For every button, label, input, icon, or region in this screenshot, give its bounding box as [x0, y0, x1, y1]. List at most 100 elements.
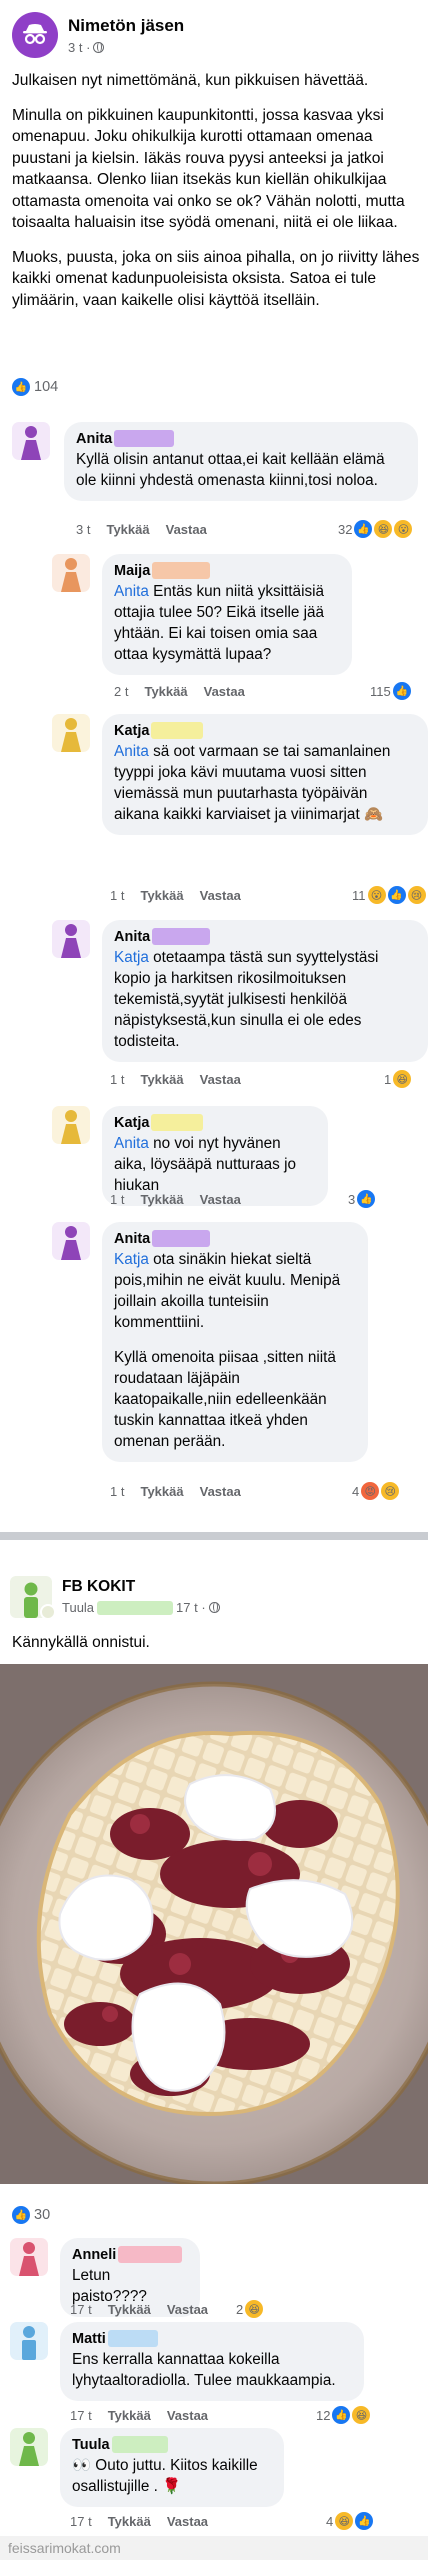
post-reactions[interactable]: 👍 104: [12, 378, 58, 396]
group-name[interactable]: FB KOKIT: [62, 1578, 135, 1596]
commenter-name[interactable]: Katja: [114, 722, 416, 739]
comment-reactions[interactable]: 2 😆: [236, 2300, 264, 2318]
comment-actions: 1 t Tykkää Vastaa: [110, 1484, 241, 1499]
female-avatar-icon[interactable]: [10, 2238, 48, 2276]
anonymous-member-icon[interactable]: [12, 12, 58, 58]
comment-reactions[interactable]: 12 👍 😆: [316, 2406, 371, 2424]
reply-link[interactable]: Vastaa: [167, 2514, 208, 2529]
like-icon: 👍: [354, 520, 373, 538]
comment-actions: 1 t Tykkää Vastaa: [110, 1192, 241, 1207]
name-redaction: [111, 2436, 168, 2453]
reply-link[interactable]: Vastaa: [166, 522, 207, 537]
comment-reactions[interactable]: 3 👍: [348, 1190, 376, 1208]
commenter-name[interactable]: Matti: [72, 2330, 352, 2347]
comment-time: 1 t: [110, 1484, 125, 1499]
name-redaction: [151, 722, 204, 739]
mention-link[interactable]: Katja: [114, 949, 149, 966]
comment-reply: Katja Anita no voi nyt hyvänen aika, löy…: [52, 1106, 424, 1218]
like-link[interactable]: Tykkää: [108, 2302, 151, 2317]
comment-actions: 1 t Tykkää Vastaa: [110, 888, 241, 903]
like-link[interactable]: Tykkää: [108, 2514, 151, 2529]
comment-reactions[interactable]: 115 👍: [370, 682, 411, 700]
commenter-name[interactable]: Anneli: [72, 2246, 188, 2263]
wow-icon: 😮: [367, 886, 386, 904]
like-link[interactable]: Tykkää: [144, 684, 187, 699]
reply-link[interactable]: Vastaa: [200, 1072, 241, 1087]
female-avatar-icon[interactable]: [12, 422, 50, 460]
post-time[interactable]: 17 t ·: [176, 1600, 206, 1615]
comment-reply: Anita Katja otetaampa tästä sun syyttely…: [52, 920, 428, 1100]
male-avatar-icon[interactable]: [10, 2322, 48, 2360]
female-avatar-icon[interactable]: [52, 1222, 90, 1260]
name-redaction: [107, 2330, 158, 2347]
female-avatar-icon[interactable]: [52, 714, 90, 752]
commenter-name[interactable]: Anita: [76, 430, 406, 447]
like-icon: 👍: [357, 1190, 376, 1208]
like-link[interactable]: Tykkää: [106, 522, 149, 537]
haha-icon: 😆: [352, 2406, 371, 2424]
comment-text: Anita no voi nyt hyvänen aika, löysääpä …: [114, 1135, 296, 1194]
mention-link[interactable]: Katja: [114, 1251, 149, 1268]
female-avatar-icon[interactable]: [52, 554, 90, 592]
name-redaction: [152, 928, 211, 945]
comment-reactions[interactable]: 1 😆: [384, 1070, 412, 1088]
mention-link[interactable]: Anita: [114, 743, 149, 760]
wow-icon: 😮: [394, 520, 413, 538]
commenter-name[interactable]: Tuula: [72, 2436, 272, 2453]
comment-text: Katja otetaampa tästä sun syyttelystäsi …: [114, 949, 379, 1050]
globe-icon: [93, 42, 105, 53]
post-paragraph: Minulla on pikkuinen kaupunkitontti, jos…: [12, 106, 405, 232]
commenter-name[interactable]: Anita: [114, 1230, 356, 1247]
comment-actions: 3 t Tykkää Vastaa: [76, 522, 207, 537]
reply-link[interactable]: Vastaa: [167, 2408, 208, 2423]
comment-reactions[interactable]: 11 😮 👍 😢: [352, 886, 426, 904]
female-avatar-icon[interactable]: [52, 1106, 90, 1144]
sad-icon: 😢: [381, 1482, 400, 1500]
commenter-name[interactable]: Anita: [114, 928, 416, 945]
reply-link[interactable]: Vastaa: [200, 1192, 241, 1207]
comment-text-paragraph: Kyllä omenoita piisaa ,sitten niitä roud…: [114, 1349, 336, 1450]
name-redaction: [114, 430, 175, 447]
comment: Tuula 👀 Outo juttu. Kiitos kaikille osal…: [10, 2428, 420, 2536]
reply-link[interactable]: Vastaa: [167, 2302, 208, 2317]
post-author-name[interactable]: Nimetön jäsen: [68, 16, 184, 36]
comment-reply: Anita Katja ota sinäkin hiekat sieltä po…: [52, 1222, 424, 1512]
female-avatar-icon[interactable]: [10, 2428, 48, 2466]
comment-reactions[interactable]: 4 😆 👍: [326, 2512, 374, 2530]
like-link[interactable]: Tykkää: [140, 1072, 183, 1087]
name-redaction: [118, 2246, 183, 2263]
comment-text: Anita Entäs kun niitä yksittäisiä ottaji…: [114, 583, 325, 663]
comment: Anita Kyllä olisin antanut ottaa,ei kait…: [12, 422, 422, 552]
comment-reactions[interactable]: 4 😡 😢: [352, 1482, 400, 1500]
like-link[interactable]: Tykkää: [108, 2408, 151, 2423]
reply-link[interactable]: Vastaa: [200, 888, 241, 903]
waffle-photo[interactable]: [0, 1664, 428, 2184]
comment-text: Kyllä olisin antanut ottaa,ei kait kellä…: [76, 451, 385, 489]
comment-time: 1 t: [110, 1072, 125, 1087]
mention-link[interactable]: Anita: [114, 583, 149, 600]
post-paragraph: Muoks, puusta, joka on siis ainoa pihall…: [12, 248, 420, 309]
like-icon: 👍: [12, 2206, 30, 2224]
reply-link[interactable]: Vastaa: [200, 1484, 241, 1499]
post-timestamp[interactable]: 3 t ·: [68, 40, 105, 55]
reaction-count: 1: [384, 1071, 392, 1087]
commenter-name[interactable]: Katja: [114, 1114, 316, 1131]
commenter-name[interactable]: Maija: [114, 562, 340, 579]
comment-time: 17 t: [70, 2302, 92, 2317]
comment-reactions[interactable]: 32 👍 😆 😮: [338, 520, 413, 538]
reply-link[interactable]: Vastaa: [204, 684, 245, 699]
reaction-count: 4: [326, 2513, 334, 2529]
comment-bubble: Katja Anita no voi nyt hyvänen aika, löy…: [102, 1106, 328, 1206]
member-name[interactable]: Tuula: [62, 1600, 94, 1615]
like-link[interactable]: Tykkää: [140, 1192, 183, 1207]
post-text: Kännykällä onnistui.: [12, 1634, 150, 1651]
like-link[interactable]: Tykkää: [140, 1484, 183, 1499]
comment-text: Letun paisto????: [72, 2267, 147, 2305]
mention-link[interactable]: Anita: [114, 1135, 149, 1152]
post-reactions[interactable]: 👍 30: [12, 2206, 50, 2224]
female-avatar-icon[interactable]: [52, 920, 90, 958]
angry-icon: 😡: [361, 1482, 380, 1500]
reaction-count: 12: [316, 2407, 331, 2423]
like-link[interactable]: Tykkää: [140, 888, 183, 903]
member-avatar-icon[interactable]: [40, 1604, 56, 1620]
